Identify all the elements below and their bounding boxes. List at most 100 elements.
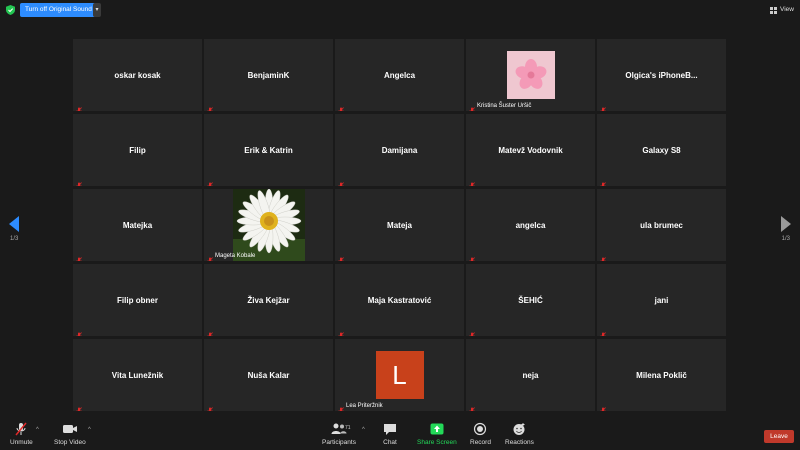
- participant-name: ŠEHIĆ: [518, 295, 543, 305]
- participant-tile[interactable]: oskar kosak: [73, 39, 202, 111]
- participant-tile[interactable]: neja: [466, 339, 595, 411]
- muted-microphone-icon: [207, 107, 213, 111]
- participant-name: BenjaminK: [247, 70, 290, 80]
- participant-tile[interactable]: angelca: [466, 189, 595, 261]
- participant-name: Matejka: [122, 220, 153, 230]
- muted-indicator: [338, 101, 344, 111]
- page-indicator-right: 1/3: [781, 236, 790, 242]
- participant-name: angelca: [515, 220, 546, 230]
- participant-tile[interactable]: Mageta Kobale: [204, 189, 333, 261]
- muted-microphone-icon: [207, 332, 213, 336]
- muted-indicator: [207, 326, 213, 336]
- original-sound-options-caret[interactable]: ▾: [93, 3, 101, 17]
- muted-indicator: [76, 101, 82, 111]
- muted-microphone-icon: [600, 182, 606, 186]
- participants-options-caret[interactable]: ^: [362, 427, 365, 433]
- participant-tile[interactable]: Matevž Vodovnik: [466, 114, 595, 186]
- share-screen-label: Share Screen: [417, 439, 457, 446]
- muted-indicator: [338, 401, 344, 411]
- muted-indicator: [600, 101, 606, 111]
- participant-tile[interactable]: Filip obner: [73, 264, 202, 336]
- unmute-button[interactable]: Unmute: [10, 422, 33, 446]
- participant-tile[interactable]: Maja Kastratović: [335, 264, 464, 336]
- record-label: Record: [470, 439, 491, 446]
- participant-tile[interactable]: Živa Kejžar: [204, 264, 333, 336]
- participant-photo-pink-flower: [506, 51, 555, 99]
- participant-name-label: Mageta Kobale: [215, 253, 256, 259]
- muted-microphone-icon: [76, 182, 82, 186]
- participant-name: Galaxy S8: [642, 145, 681, 155]
- participant-tile[interactable]: Erik & Katrin: [204, 114, 333, 186]
- video-camera-icon: [62, 425, 77, 433]
- participant-tile[interactable]: jani: [597, 264, 726, 336]
- muted-microphone-icon: [76, 332, 82, 336]
- stop-video-button[interactable]: Stop Video: [54, 422, 86, 446]
- muted-indicator: [76, 401, 82, 411]
- participant-tile[interactable]: Filip: [73, 114, 202, 186]
- chat-label: Chat: [383, 439, 397, 446]
- emoji-reaction-icon: [513, 423, 525, 435]
- muted-microphone-icon: [207, 257, 213, 261]
- muted-microphone-icon: [469, 257, 475, 261]
- participant-name: Filip obner: [117, 295, 158, 305]
- muted-microphone-icon: [338, 257, 344, 261]
- participant-name: Živa Kejžar: [247, 295, 290, 305]
- muted-microphone-icon: [338, 407, 344, 411]
- muted-indicator: [338, 326, 344, 336]
- muted-indicator: [600, 401, 606, 411]
- participant-tile[interactable]: Galaxy S8: [597, 114, 726, 186]
- audio-options-caret[interactable]: ^: [36, 427, 39, 433]
- muted-indicator: [469, 176, 475, 186]
- reactions-button[interactable]: Reactions: [505, 422, 534, 446]
- muted-microphone-icon: [76, 257, 82, 261]
- participant-tile[interactable]: Angelca: [335, 39, 464, 111]
- participant-tile[interactable]: L Lea Priteržnik: [335, 339, 464, 411]
- muted-indicator: [207, 251, 213, 261]
- view-button[interactable]: View: [770, 4, 794, 16]
- participant-name: neja: [522, 370, 539, 380]
- participant-tile[interactable]: Olgica's iPhoneB...: [597, 39, 726, 111]
- stop-video-label: Stop Video: [54, 439, 86, 446]
- share-screen-button[interactable]: Share Screen: [417, 422, 457, 446]
- participant-tile[interactable]: Damijana: [335, 114, 464, 186]
- participant-tile[interactable]: Milena Poklič: [597, 339, 726, 411]
- participant-tile[interactable]: Nuša Kalar: [204, 339, 333, 411]
- muted-microphone-icon: [76, 107, 82, 111]
- muted-indicator: [469, 101, 475, 111]
- reactions-label: Reactions: [505, 439, 534, 446]
- muted-microphone-icon: [469, 407, 475, 411]
- leave-meeting-button[interactable]: Leave: [764, 430, 794, 443]
- muted-microphone-icon: [207, 407, 213, 411]
- encryption-shield-icon[interactable]: [6, 5, 15, 15]
- participant-name: Matevž Vodovnik: [498, 145, 563, 155]
- participant-name: oskar kosak: [114, 70, 161, 80]
- page-indicator-left: 1/3: [10, 236, 19, 242]
- participant-tile[interactable]: BenjaminK: [204, 39, 333, 111]
- muted-microphone-icon: [207, 182, 213, 186]
- participant-tile[interactable]: Mateja: [335, 189, 464, 261]
- participants-count: 71: [345, 425, 351, 431]
- muted-indicator: [469, 401, 475, 411]
- muted-microphone-icon: [469, 107, 475, 111]
- record-button[interactable]: Record: [470, 422, 491, 446]
- original-sound-button[interactable]: Turn off Original Sound: [20, 3, 97, 17]
- next-page-arrow-icon[interactable]: [781, 216, 791, 232]
- participant-tile[interactable]: ŠEHIĆ: [466, 264, 595, 336]
- muted-microphone-icon: [600, 332, 606, 336]
- chat-button[interactable]: Chat: [383, 422, 397, 446]
- muted-microphone-icon: [15, 422, 27, 436]
- participant-tile[interactable]: Vita Lunežnik: [73, 339, 202, 411]
- video-options-caret[interactable]: ^: [88, 427, 91, 433]
- participant-tile[interactable]: Matejka: [73, 189, 202, 261]
- participant-tile[interactable]: ula brumec: [597, 189, 726, 261]
- participant-name-label: Lea Priteržnik: [346, 403, 383, 409]
- unmute-label: Unmute: [10, 439, 33, 446]
- participant-tile[interactable]: Kristina Šuster Uršič: [466, 39, 595, 111]
- muted-indicator: [207, 101, 213, 111]
- participant-name: Filip: [129, 145, 146, 155]
- muted-microphone-icon: [600, 107, 606, 111]
- muted-indicator: [207, 401, 213, 411]
- video-gallery: oskar kosak BenjaminK Angelca Kristina Šust…: [73, 39, 727, 412]
- previous-page-arrow-icon[interactable]: [9, 216, 19, 232]
- muted-microphone-icon: [338, 107, 344, 111]
